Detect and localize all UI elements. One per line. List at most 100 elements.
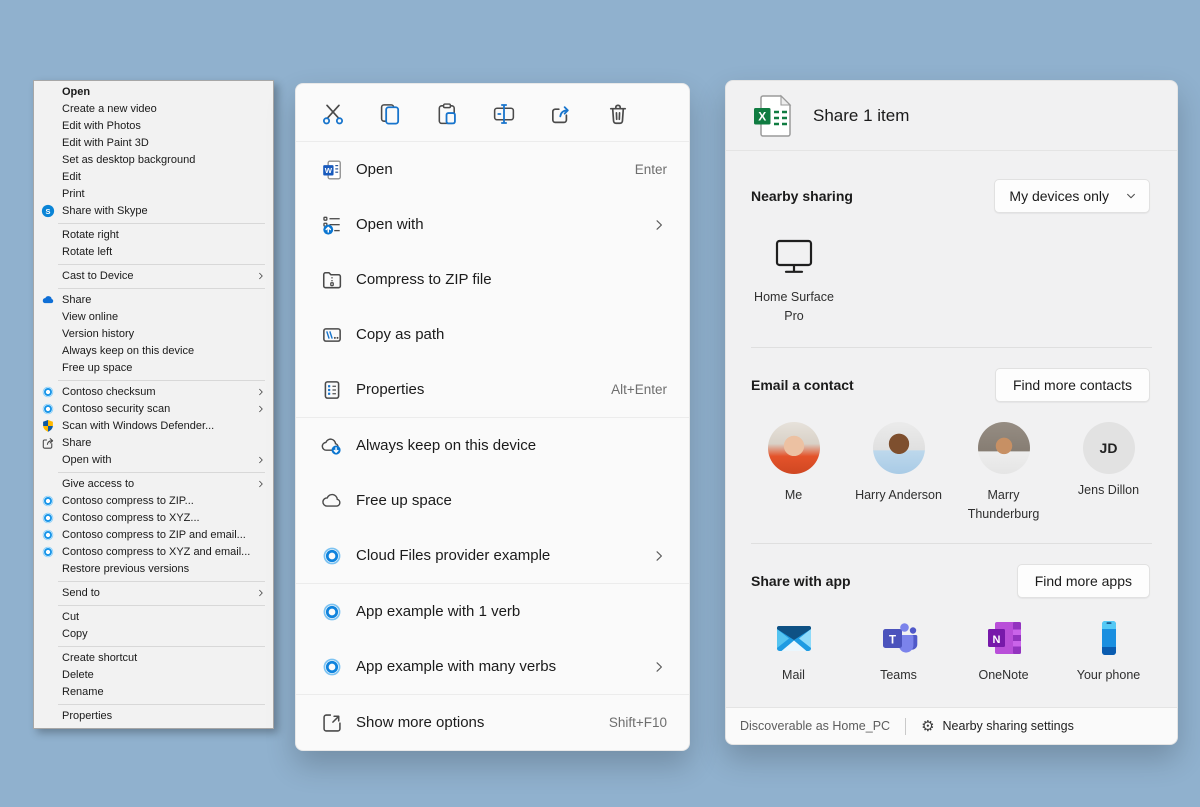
share-app-item[interactable]: T Teams: [846, 618, 951, 682]
menu-item-label: Open with: [356, 216, 424, 233]
menu-item-label: Compress to ZIP file: [356, 271, 492, 288]
classic-menu-item[interactable]: Contoso checksum: [34, 384, 273, 401]
menu-separator: [58, 704, 265, 705]
paste-button[interactable]: [435, 102, 459, 126]
contact-name: Jens Dillon: [1056, 481, 1161, 500]
classic-menu-item[interactable]: Give access to: [34, 476, 273, 493]
modern-menu-item[interactable]: App example with many verbs: [296, 639, 689, 694]
classic-menu-item[interactable]: Create a new video: [34, 101, 273, 118]
zip-folder-icon: [321, 269, 343, 291]
find-more-apps-button[interactable]: Find more apps: [1017, 564, 1150, 598]
onedrive-cloud-icon: [41, 293, 55, 307]
menu-item-label: Open: [356, 161, 393, 178]
classic-menu-item[interactable]: Share: [34, 435, 273, 452]
classic-menu-item[interactable]: Edit with Paint 3D: [34, 135, 273, 152]
classic-menu-item[interactable]: Share: [34, 292, 273, 309]
contacts-row: MeHarry AndersonMarry ThunderburgJDJens …: [741, 422, 1177, 524]
menu-separator: [58, 288, 265, 289]
delete-icon: [606, 102, 630, 126]
menu-item-label: Contoso compress to ZIP...: [62, 495, 194, 507]
section-separator: [751, 347, 1152, 348]
menu-item-label: Properties: [62, 710, 112, 722]
classic-menu-item[interactable]: Contoso compress to XYZ...: [34, 510, 273, 527]
share-app-item[interactable]: Mail: [741, 618, 846, 682]
classic-menu-item[interactable]: Rename: [34, 684, 273, 701]
svg-text:X: X: [758, 109, 766, 123]
share-app-item[interactable]: NOneNote: [951, 618, 1056, 682]
classic-menu-item[interactable]: Properties: [34, 708, 273, 725]
modern-menu-item[interactable]: Always keep on this device: [296, 418, 689, 473]
classic-menu-item[interactable]: Restore previous versions: [34, 561, 273, 578]
modern-menu-item[interactable]: Free up space: [296, 473, 689, 528]
share-with-app-label: Share with app: [751, 573, 851, 589]
modern-menu-item[interactable]: Cloud Files provider example: [296, 528, 689, 583]
menu-item-label: Scan with Windows Defender...: [62, 420, 214, 432]
nearby-device[interactable]: Home Surface Pro: [746, 237, 842, 327]
menu-separator: [58, 380, 265, 381]
cut-button[interactable]: [321, 102, 345, 126]
classic-menu-item[interactable]: Contoso compress to XYZ and email...: [34, 544, 273, 561]
modern-menu-item[interactable]: Copy as path: [296, 307, 689, 362]
delete-button[interactable]: [606, 102, 630, 126]
menu-item-label: Contoso compress to ZIP and email...: [62, 529, 246, 541]
classic-menu-item[interactable]: Rotate right: [34, 227, 273, 244]
classic-menu-item[interactable]: Always keep on this device: [34, 343, 273, 360]
contact-item[interactable]: Marry Thunderburg: [951, 422, 1056, 524]
classic-menu-item[interactable]: Edit with Photos: [34, 118, 273, 135]
classic-menu-item[interactable]: Open with: [34, 452, 273, 469]
classic-menu-item[interactable]: SShare with Skype: [34, 203, 273, 220]
classic-menu-item[interactable]: Scan with Windows Defender...: [34, 418, 273, 435]
classic-menu-item[interactable]: Create shortcut: [34, 650, 273, 667]
find-more-contacts-button[interactable]: Find more contacts: [995, 368, 1150, 402]
menu-item-label: Edit with Photos: [62, 120, 141, 132]
menu-item-label: Show more options: [356, 714, 484, 731]
app-ring-icon: [321, 656, 343, 678]
chevron-right-icon: [256, 271, 266, 281]
classic-menu-item[interactable]: Edit: [34, 169, 273, 186]
nearby-sharing-dropdown[interactable]: My devices only: [994, 179, 1150, 213]
contact-item[interactable]: Harry Anderson: [846, 422, 951, 524]
contact-item[interactable]: Me: [741, 422, 846, 524]
classic-menu-item[interactable]: Contoso compress to ZIP...: [34, 493, 273, 510]
classic-menu-item[interactable]: Version history: [34, 326, 273, 343]
classic-menu-item[interactable]: Contoso compress to ZIP and email...: [34, 527, 273, 544]
modern-menu-item[interactable]: Compress to ZIP file: [296, 252, 689, 307]
classic-menu-item[interactable]: Rotate left: [34, 244, 273, 261]
share-with-app-row: Share with app Find more apps: [751, 564, 1150, 598]
teams-app-icon: T: [879, 618, 919, 658]
rename-button[interactable]: [492, 102, 516, 126]
share-button[interactable]: [549, 102, 573, 126]
show-more-icon: [321, 712, 343, 734]
app-name: Mail: [741, 668, 846, 682]
menu-item-label: Print: [62, 188, 85, 200]
menu-item-label: Share with Skype: [62, 205, 148, 217]
nearby-sharing-settings-link[interactable]: Nearby sharing settings: [943, 719, 1074, 733]
modern-menu-item[interactable]: Open with: [296, 197, 689, 252]
modern-menu-item[interactable]: WOpenEnter: [296, 142, 689, 197]
app-name: Your phone: [1056, 668, 1161, 682]
contact-name: Marry Thunderburg: [951, 486, 1056, 524]
classic-menu-item[interactable]: Copy: [34, 626, 273, 643]
classic-menu-item[interactable]: Print: [34, 186, 273, 203]
menu-item-label: App example with 1 verb: [356, 603, 520, 620]
classic-menu-item[interactable]: Send to: [34, 585, 273, 602]
nearby-sharing-row: Nearby sharing My devices only: [751, 179, 1150, 213]
modern-menu-item[interactable]: Show more optionsShift+F10: [296, 695, 689, 750]
share-app-item[interactable]: Your phone: [1056, 618, 1161, 682]
classic-menu-item[interactable]: Delete: [34, 667, 273, 684]
classic-menu-item[interactable]: Set as desktop background: [34, 152, 273, 169]
classic-menu-item[interactable]: Cut: [34, 609, 273, 626]
menu-item-label: Contoso compress to XYZ...: [62, 512, 200, 524]
copy-button[interactable]: [378, 102, 402, 126]
classic-menu-item[interactable]: Cast to Device: [34, 268, 273, 285]
classic-menu-item[interactable]: Free up space: [34, 360, 273, 377]
modern-menu-item[interactable]: App example with 1 verb: [296, 584, 689, 639]
classic-menu-item[interactable]: View online: [34, 309, 273, 326]
classic-menu-item[interactable]: Open: [34, 84, 273, 101]
phone-app-icon: [1089, 618, 1129, 658]
app-name: Teams: [846, 668, 951, 682]
contact-item[interactable]: JDJens Dillon: [1056, 422, 1161, 524]
classic-menu-item[interactable]: Contoso security scan: [34, 401, 273, 418]
modern-menu-item[interactable]: PropertiesAlt+Enter: [296, 362, 689, 417]
app-name: OneNote: [951, 668, 1056, 682]
